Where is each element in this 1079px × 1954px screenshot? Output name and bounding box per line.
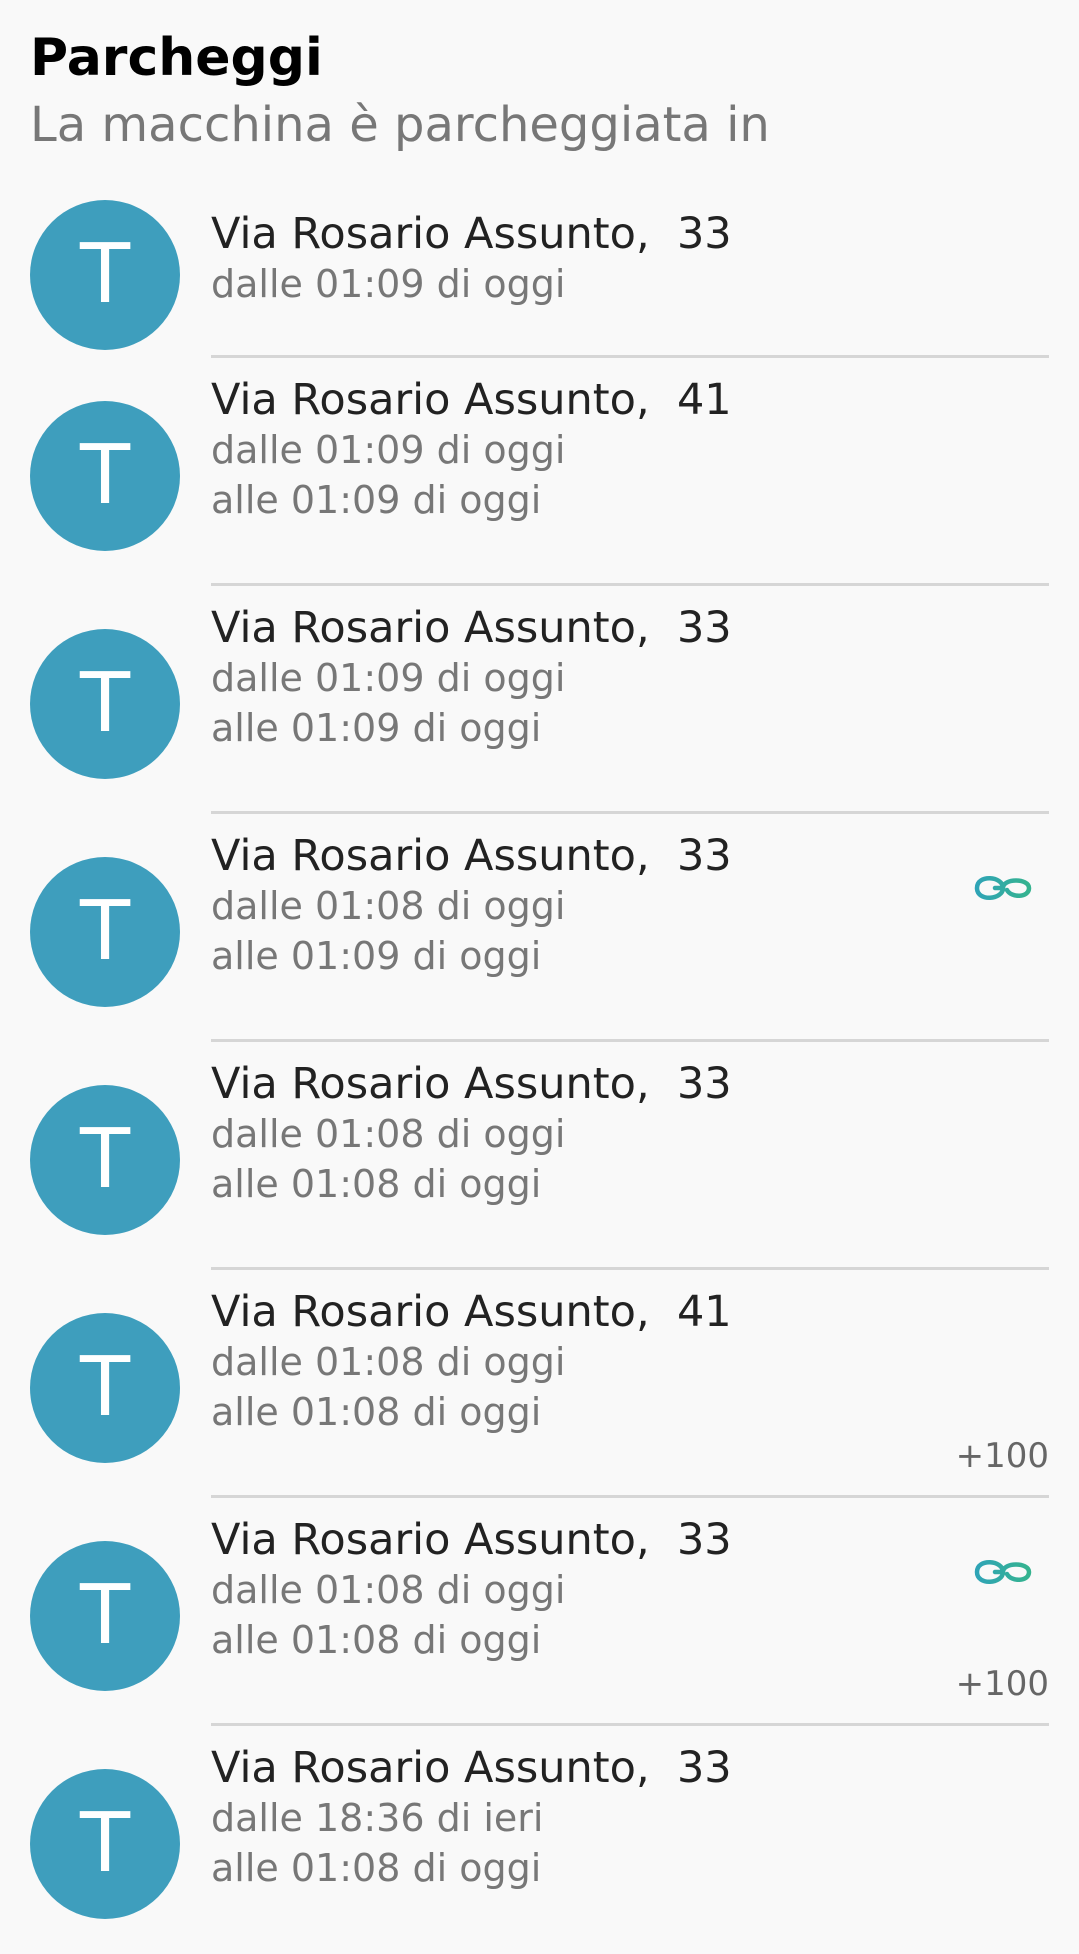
parking-start-time: dalle 01:09 di oggi	[211, 656, 566, 700]
parking-end-time: alle 01:08 di oggi	[211, 1162, 542, 1206]
parking-list-item[interactable]: T Via Rosario Assunto, 33 dalle 01:08 di o…	[0, 1042, 1079, 1270]
avatar: T	[30, 1085, 180, 1235]
parking-end-time: alle 01:08 di oggi	[211, 1618, 542, 1662]
parking-details: Via Rosario Assunto, 33 dalle 01:09 di og…	[211, 603, 1049, 753]
parking-list-item[interactable]: T Via Rosario Assunto, 33 dalle 01:08 di o…	[0, 1498, 1079, 1726]
parking-end-time: alle 01:08 di oggi	[211, 1846, 542, 1890]
parking-start-time: dalle 18:36 di ieri	[211, 1796, 544, 1840]
parking-details: Via Rosario Assunto, 33 dalle 01:09 di og…	[211, 209, 1049, 309]
parking-list-item[interactable]: T Via Rosario Assunto, 41 dalle 01:09 di o…	[0, 358, 1079, 586]
link-icon	[973, 1552, 1035, 1592]
parking-start-time: dalle 01:09 di oggi	[211, 428, 566, 472]
parking-list-item[interactable]: T Via Rosario Assunto, 33 dalle 01:09 di o…	[0, 200, 1079, 358]
parking-details: Via Rosario Assunto, 33 dalle 01:08 di og…	[211, 831, 1049, 981]
parking-list-item[interactable]: T Via Rosario Assunto, 33 dalle 01:08 di o…	[0, 814, 1079, 1042]
parking-end-time: alle 01:09 di oggi	[211, 706, 542, 750]
parking-start-time: dalle 01:09 di oggi	[211, 262, 566, 306]
page-title: Parcheggi	[30, 28, 323, 88]
points-badge: +100	[955, 1664, 1049, 1704]
avatar: T	[30, 1313, 180, 1463]
parking-end-time: alle 01:09 di oggi	[211, 478, 542, 522]
avatar: T	[30, 1769, 180, 1919]
parking-list-item[interactable]: T Via Rosario Assunto, 33 dalle 18:36 di i…	[0, 1726, 1079, 1954]
header: Parcheggi La macchina è parcheggiata in	[30, 20, 1049, 154]
parking-start-time: dalle 01:08 di oggi	[211, 1568, 566, 1612]
parking-end-time: alle 01:09 di oggi	[211, 934, 542, 978]
points-badge: +100	[955, 1436, 1049, 1476]
parking-list-item[interactable]: T Via Rosario Assunto, 41 dalle 01:08 di o…	[0, 1270, 1079, 1498]
parking-list: T Via Rosario Assunto, 33 dalle 01:09 di o…	[0, 200, 1079, 1954]
parking-address: Via Rosario Assunto, 41	[211, 1287, 732, 1337]
parking-start-time: dalle 01:08 di oggi	[211, 1340, 566, 1384]
parking-details: Via Rosario Assunto, 33 dalle 18:36 di ie…	[211, 1743, 1049, 1893]
link-icon	[973, 868, 1035, 908]
parking-details: Via Rosario Assunto, 33 dalle 01:08 di og…	[211, 1515, 1049, 1665]
parking-start-time: dalle 01:08 di oggi	[211, 1112, 566, 1156]
parking-details: Via Rosario Assunto, 41 dalle 01:09 di og…	[211, 375, 1049, 525]
page-subtitle: La macchina è parcheggiata in	[30, 97, 770, 153]
avatar: T	[30, 401, 180, 551]
parking-address: Via Rosario Assunto, 33	[211, 603, 732, 653]
parking-details: Via Rosario Assunto, 33 dalle 01:08 di og…	[211, 1059, 1049, 1209]
avatar: T	[30, 629, 180, 779]
parking-address: Via Rosario Assunto, 41	[211, 375, 732, 425]
parking-address: Via Rosario Assunto, 33	[211, 209, 732, 259]
parking-details: Via Rosario Assunto, 41 dalle 01:08 di og…	[211, 1287, 1049, 1437]
parking-address: Via Rosario Assunto, 33	[211, 1743, 732, 1793]
parking-address: Via Rosario Assunto, 33	[211, 1515, 732, 1565]
avatar: T	[30, 857, 180, 1007]
avatar: T	[30, 200, 180, 350]
parking-list-item[interactable]: T Via Rosario Assunto, 33 dalle 01:09 di o…	[0, 586, 1079, 814]
parking-end-time: alle 01:08 di oggi	[211, 1390, 542, 1434]
parking-address: Via Rosario Assunto, 33	[211, 1059, 732, 1109]
avatar: T	[30, 1541, 180, 1691]
parking-address: Via Rosario Assunto, 33	[211, 831, 732, 881]
parking-start-time: dalle 01:08 di oggi	[211, 884, 566, 928]
